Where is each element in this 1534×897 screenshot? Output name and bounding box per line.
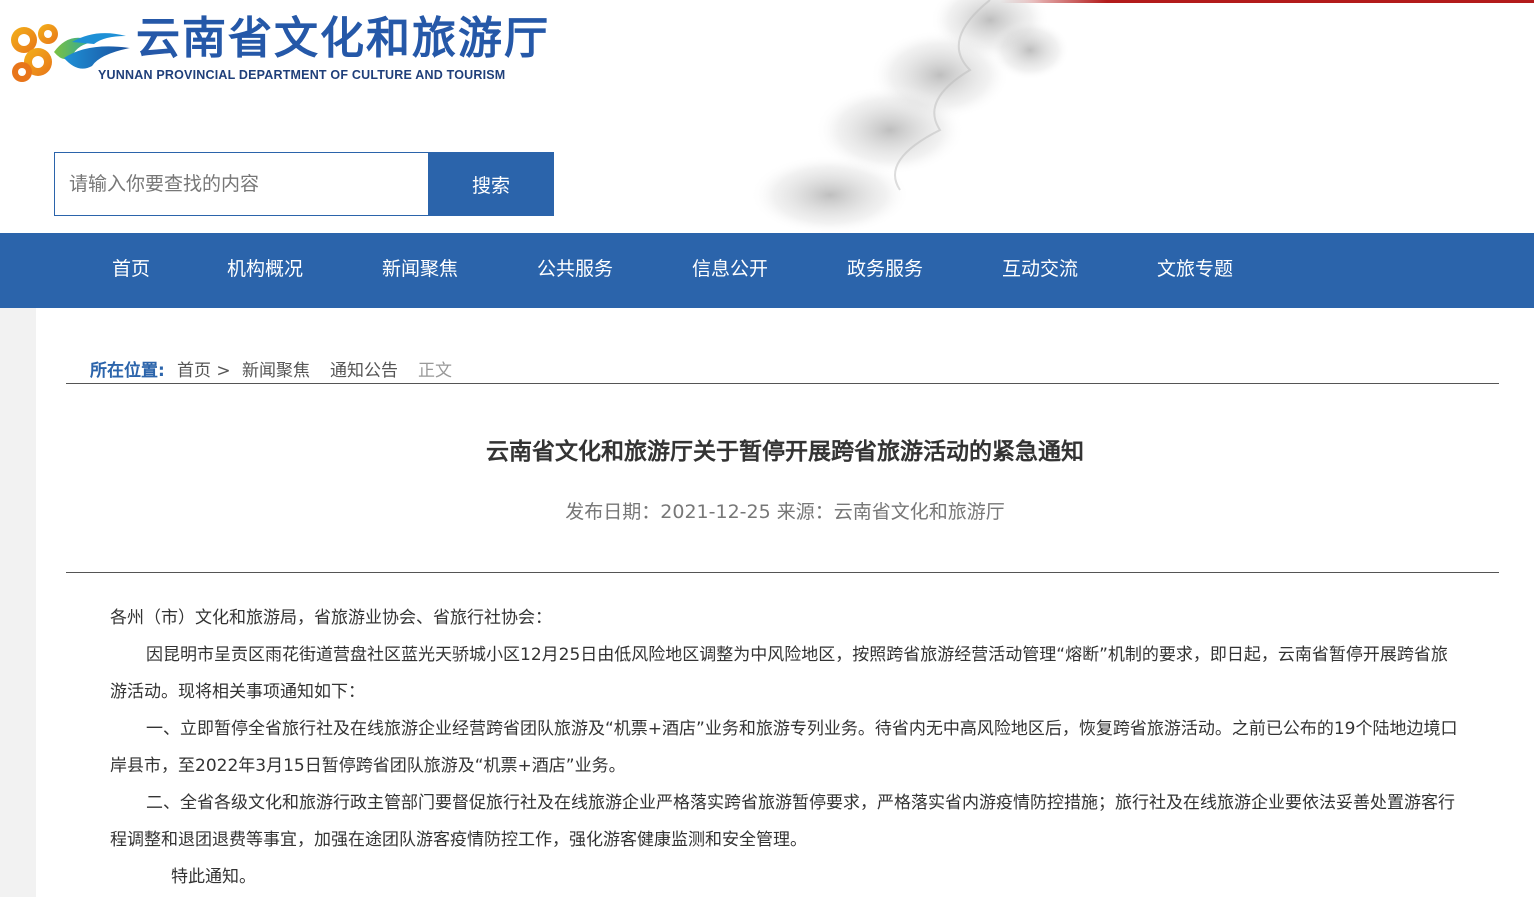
breadcrumb-news[interactable]: 新闻聚焦 (242, 356, 310, 381)
nav-item-interaction[interactable]: 互动交流 (1002, 233, 1078, 308)
nav-item-public-service[interactable]: 公共服务 (537, 233, 613, 308)
article-paragraph: 因昆明市呈贡区雨花街道营盘社区蓝光天骄城小区12月25日由低风险地区调整为中风险… (110, 645, 1448, 702)
article-meta: 发布日期：2021-12-25 来源：云南省文化和旅游厅 (36, 497, 1534, 524)
nav-item-organization[interactable]: 机构概况 (227, 233, 303, 308)
breadcrumb-notice[interactable]: 通知公告 (330, 356, 398, 381)
article-paragraph: 各州（市）文化和旅游局，省旅游业协会、省旅行社协会： (110, 608, 552, 628)
top-accent-line (1000, 0, 1534, 3)
nav-item-info-disclosure[interactable]: 信息公开 (692, 233, 768, 308)
article-body: 各州（市）文化和旅游局，省旅游业协会、省旅行社协会： 因昆明市呈贡区雨花街道营盘… (110, 600, 1460, 896)
breadcrumb-current: 正文 (418, 361, 452, 381)
breadcrumb-label: 所在位置: (90, 361, 165, 381)
article-paragraph: 一、立即暂停全省旅行社及在线旅游企业经营跨省团队旅游及“机票+酒店”业务和旅游专… (110, 719, 1458, 776)
ink-cloud-decoration (750, 0, 1070, 233)
site-header: 云南省文化和旅游厅 YUNNAN PROVINCIAL DEPARTMENT O… (0, 0, 1534, 233)
publish-date: 发布日期：2021-12-25 (565, 501, 771, 523)
nav-item-news[interactable]: 新闻聚焦 (382, 233, 458, 308)
nav-item-topics[interactable]: 文旅专题 (1157, 233, 1233, 308)
search-button[interactable]: 搜索 (428, 152, 554, 216)
site-logo[interactable]: 云南省文化和旅游厅 YUNNAN PROVINCIAL DEPARTMENT O… (8, 8, 568, 88)
article-paragraph: 特此通知。 (171, 867, 256, 887)
breadcrumb: 所在位置: 首页 > 新闻聚焦 通知公告 正文 (66, 356, 1499, 384)
article-source: 来源：云南省文化和旅游厅 (776, 501, 1005, 523)
nav-item-gov-service[interactable]: 政务服务 (847, 233, 923, 308)
nav-item-home[interactable]: 首页 (112, 233, 150, 308)
search-input[interactable] (54, 152, 428, 216)
breadcrumb-home[interactable]: 首页 > (177, 356, 231, 381)
article-title: 云南省文化和旅游厅关于暂停开展跨省旅游活动的紧急通知 (486, 439, 1084, 465)
logo-subtitle: YUNNAN PROVINCIAL DEPARTMENT OF CULTURE … (98, 68, 506, 82)
divider (66, 572, 1499, 573)
search-bar: 搜索 (54, 152, 554, 216)
logo-title: 云南省文化和旅游厅 (136, 13, 550, 64)
article-paragraph: 二、全省各级文化和旅游行政主管部门要督促旅行社及在线旅游企业严格落实跨省旅游暂停… (110, 793, 1455, 850)
content-panel: 所在位置: 首页 > 新闻聚焦 通知公告 正文 云南省文化和旅游厅关于暂停开展跨… (36, 308, 1534, 897)
main-nav: 首页 机构概况 新闻聚焦 公共服务 信息公开 政务服务 互动交流 文旅专题 (0, 233, 1534, 308)
